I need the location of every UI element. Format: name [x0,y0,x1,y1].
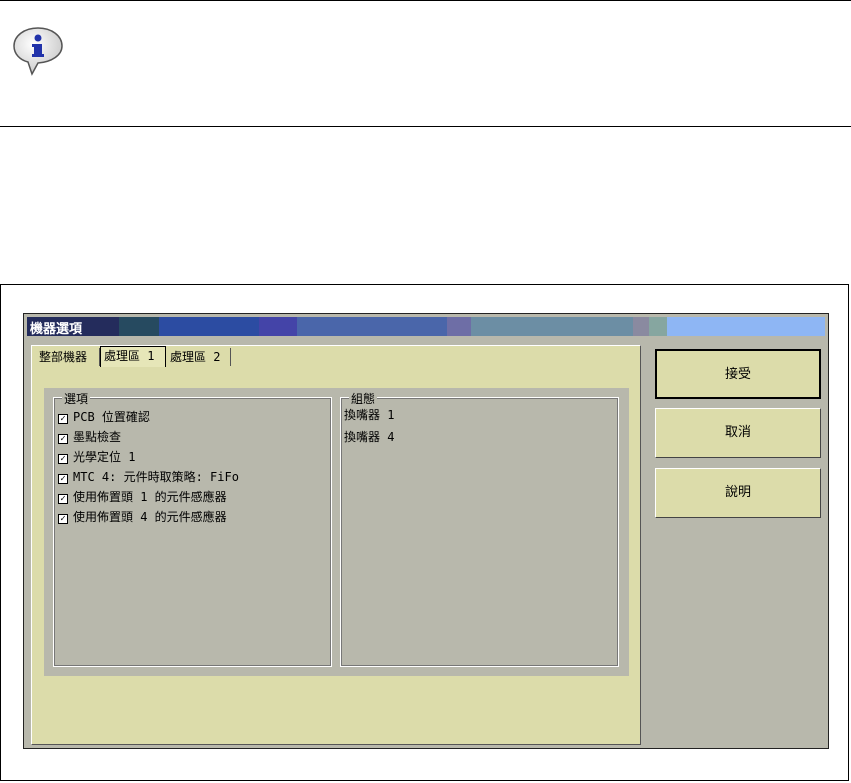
config-legend: 組態 [349,390,378,407]
option-label: MTC 4: 元件時取策略: FiFo [73,470,239,484]
accept-button[interactable]: 接受 [655,349,821,399]
top-divider [0,0,851,1]
option-mtc-strategy[interactable]: ✓ MTC 4: 元件時取策略: FiFo [58,468,239,486]
checkmark-icon[interactable]: ✓ [58,454,68,464]
info-icon [13,27,63,76]
dialog-title: 機器選項 [30,322,83,337]
help-button[interactable]: 說明 [655,468,821,518]
bottom-divider [0,126,851,127]
options-legend: 選項 [62,390,91,407]
checkmark-icon[interactable]: ✓ [58,474,68,484]
cancel-button[interactable]: 取消 [655,408,821,458]
options-group: 選項 ✓ PCB 位置確認 ✓ 墨點檢查 ✓ 光學定位 1 ✓ MTC 4: 元件時取策… [53,390,332,667]
option-label: 光學定位 1 [73,450,136,464]
option-label: 使用佈置頭 4 的元件感應器 [73,510,227,524]
tab-area-2[interactable]: 處理區 2 [167,348,231,366]
machine-options-dialog: 機器選項 整部機器 處理區 1 處理區 2 選項 ✓ PCB 位置確認 ✓ 墨點檢查… [23,313,829,749]
tab-area-1[interactable]: 處理區 1 [100,346,166,367]
config-item-nozzle-changer-1[interactable]: 換嘴器 1 [344,406,394,424]
checkmark-icon[interactable]: ✓ [58,514,68,524]
option-label: 使用佈置頭 1 的元件感應器 [73,490,227,504]
tab-whole-machine[interactable]: 整部機器 [36,348,100,366]
option-pcb-position-check[interactable]: ✓ PCB 位置確認 [58,408,150,426]
config-group: 組態 換嘴器 1 換嘴器 4 [340,390,619,667]
option-ink-dot-check[interactable]: ✓ 墨點檢查 [58,428,121,446]
option-head-1-sensor[interactable]: ✓ 使用佈置頭 1 的元件感應器 [58,488,227,506]
option-optical-alignment[interactable]: ✓ 光學定位 1 [58,448,135,466]
checkmark-icon[interactable]: ✓ [58,494,68,504]
checkmark-icon[interactable]: ✓ [58,434,68,444]
option-head-4-sensor[interactable]: ✓ 使用佈置頭 4 的元件感應器 [58,508,227,526]
checkmark-icon[interactable]: ✓ [58,414,68,424]
title-bar[interactable]: 機器選項 [27,317,825,337]
option-label: PCB 位置確認 [73,410,150,424]
options-panel: 選項 ✓ PCB 位置確認 ✓ 墨點檢查 ✓ 光學定位 1 ✓ MTC 4: 元件時取策… [44,388,629,676]
option-label: 墨點檢查 [73,430,122,444]
config-item-nozzle-changer-4[interactable]: 換嘴器 4 [344,428,394,446]
